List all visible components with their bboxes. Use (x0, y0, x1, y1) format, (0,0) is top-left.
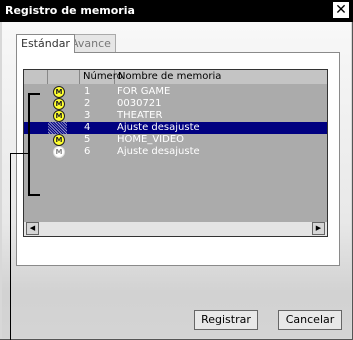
list-item[interactable]: M 5 HOME_VIDEO (24, 134, 327, 146)
callout-bracket-bottom (28, 194, 40, 196)
scroll-left-icon[interactable]: ◀ (26, 222, 39, 235)
tab-estandar[interactable]: Estándar (16, 34, 75, 53)
list-item-selected[interactable]: 4 Ajuste desajuste (24, 122, 327, 134)
column-header-blank-1[interactable] (24, 70, 48, 84)
scroll-right-icon[interactable]: ▶ (312, 222, 325, 235)
row-memory-name: HOME_VIDEO (117, 134, 185, 145)
list-item[interactable]: M 2 0030721 (24, 98, 327, 110)
row-memory-name: THEATER (117, 110, 163, 121)
callout-leader-vertical (10, 153, 11, 340)
callout-bracket-top (28, 93, 40, 95)
column-header-number[interactable]: Número (80, 70, 123, 84)
callout-leader-horizontal (10, 153, 29, 154)
cancel-button[interactable]: Cancelar (278, 310, 342, 330)
row-memory-name: Ajuste desajuste (117, 122, 200, 133)
list-header: Número Nombre de memoria (24, 70, 327, 84)
close-icon[interactable]: ✕ (333, 2, 349, 18)
memory-m-icon: M (53, 134, 65, 146)
column-header-blank-2[interactable] (48, 70, 80, 84)
memory-m-icon: M (53, 110, 65, 122)
column-header-memory-name[interactable]: Nombre de memoria (115, 70, 327, 84)
row-memory-name: FOR GAME (117, 86, 171, 97)
memory-list[interactable]: Número Nombre de memoria M 1 FOR GAME M … (23, 69, 328, 237)
memory-m-faded-icon: M (53, 146, 65, 158)
row-number: 5 (84, 134, 91, 145)
horizontal-scrollbar[interactable]: ◀ ▶ (24, 222, 327, 236)
list-item[interactable]: M 3 THEATER (24, 110, 327, 122)
row-number: 2 (84, 98, 91, 109)
list-item[interactable]: M 1 FOR GAME (24, 86, 327, 98)
memory-register-window: Registro de memoria ✕ Estándar Avance Nú… (0, 0, 353, 340)
row-number: 1 (84, 86, 91, 97)
selection-marker (48, 122, 67, 134)
row-memory-name: Ajuste desajuste (117, 146, 200, 157)
row-number: 4 (84, 122, 91, 133)
register-button[interactable]: Registrar (194, 310, 258, 330)
window-title: Registro de memoria (5, 4, 135, 17)
list-item[interactable]: M 6 Ajuste desajuste (24, 146, 327, 158)
row-number: 3 (84, 110, 91, 121)
dialog-body: Estándar Avance Número Nombre de memoria… (2, 22, 351, 338)
memory-m-icon: M (53, 86, 65, 98)
callout-bracket-vertical (28, 93, 30, 196)
title-bar[interactable]: Registro de memoria ✕ (0, 0, 353, 22)
row-memory-name: 0030721 (117, 98, 162, 109)
row-number: 6 (84, 146, 91, 157)
memory-m-icon: M (53, 98, 65, 110)
